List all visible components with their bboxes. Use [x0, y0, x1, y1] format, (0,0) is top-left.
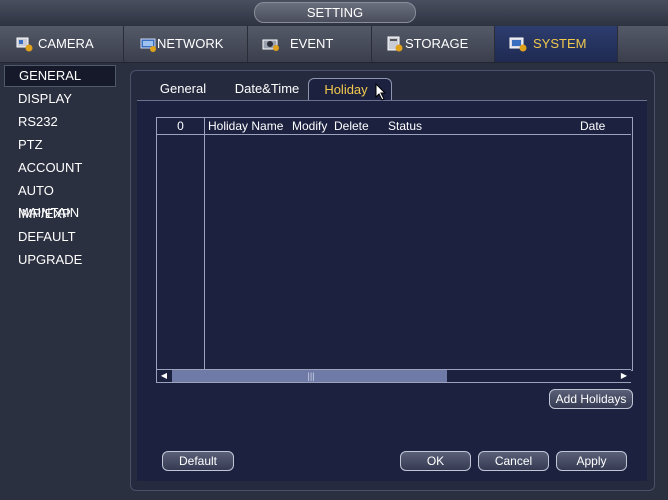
tab-underline	[137, 100, 647, 101]
holiday-table	[156, 117, 633, 371]
column-status: Status	[388, 119, 423, 133]
sidebar: GENERAL DISPLAY RS232 PTZ ACCOUNT AUTO M…	[0, 63, 124, 500]
sidebar-item-display[interactable]: DISPLAY	[4, 88, 116, 110]
tab-event-label: EVENT	[290, 36, 334, 51]
tab-camera[interactable]: CAMERA	[0, 26, 124, 62]
tab-event[interactable]: EVENT	[248, 26, 372, 62]
sidebar-item-ptz[interactable]: PTZ	[4, 134, 116, 156]
storage-icon	[386, 36, 404, 52]
tab-camera-label: CAMERA	[38, 36, 94, 51]
event-icon	[262, 36, 280, 52]
tab-general[interactable]: General	[145, 78, 221, 100]
column-holiday-name: Holiday Name	[208, 119, 284, 133]
sidebar-item-auto-maintain[interactable]: AUTO MAINTAIN	[4, 180, 116, 220]
ok-button[interactable]: OK	[400, 451, 471, 471]
mouse-cursor-icon	[375, 83, 387, 101]
sidebar-item-upgrade[interactable]: UPGRADE	[4, 249, 116, 271]
cancel-button[interactable]: Cancel	[478, 451, 549, 471]
scroll-right-arrow-icon[interactable]: ▶	[617, 370, 631, 382]
tab-system-label: SYSTEM	[533, 36, 587, 51]
column-date: Date	[580, 119, 606, 133]
apply-button[interactable]: Apply	[556, 451, 627, 471]
column-divider	[204, 118, 205, 370]
scrollbar-grip-icon: |||	[307, 371, 315, 381]
system-icon	[509, 36, 527, 52]
tab-date-time[interactable]: Date&Time	[228, 78, 306, 100]
scroll-left-arrow-icon[interactable]: ◀	[157, 370, 171, 382]
default-button[interactable]: Default	[162, 451, 234, 471]
window-title: SETTING	[254, 2, 416, 23]
camera-icon	[16, 36, 34, 52]
sidebar-item-account[interactable]: ACCOUNT	[4, 157, 116, 179]
tab-system[interactable]: SYSTEM	[495, 26, 618, 62]
sidebar-item-rs232[interactable]: RS232	[4, 111, 116, 133]
tab-storage-label: STORAGE	[405, 36, 469, 51]
tab-holiday-label: Holiday	[324, 82, 368, 97]
network-icon	[139, 36, 157, 52]
sidebar-item-imp-exp[interactable]: IMP/EXP	[4, 203, 116, 225]
tab-network-label: NETWORK	[157, 36, 224, 51]
sidebar-item-default[interactable]: DEFAULT	[4, 226, 116, 248]
add-holidays-button[interactable]: Add Holidays	[549, 389, 633, 409]
column-delete: Delete	[334, 119, 369, 133]
tab-network[interactable]: NETWORK	[124, 26, 248, 62]
column-count: 0	[177, 119, 184, 133]
column-modify: Modify	[292, 119, 328, 133]
tab-storage[interactable]: STORAGE	[372, 26, 495, 62]
top-nav: CAMERA NETWORK EVENT STORAGE SYSTEM	[0, 26, 668, 63]
sidebar-item-general[interactable]: GENERAL	[4, 65, 116, 87]
